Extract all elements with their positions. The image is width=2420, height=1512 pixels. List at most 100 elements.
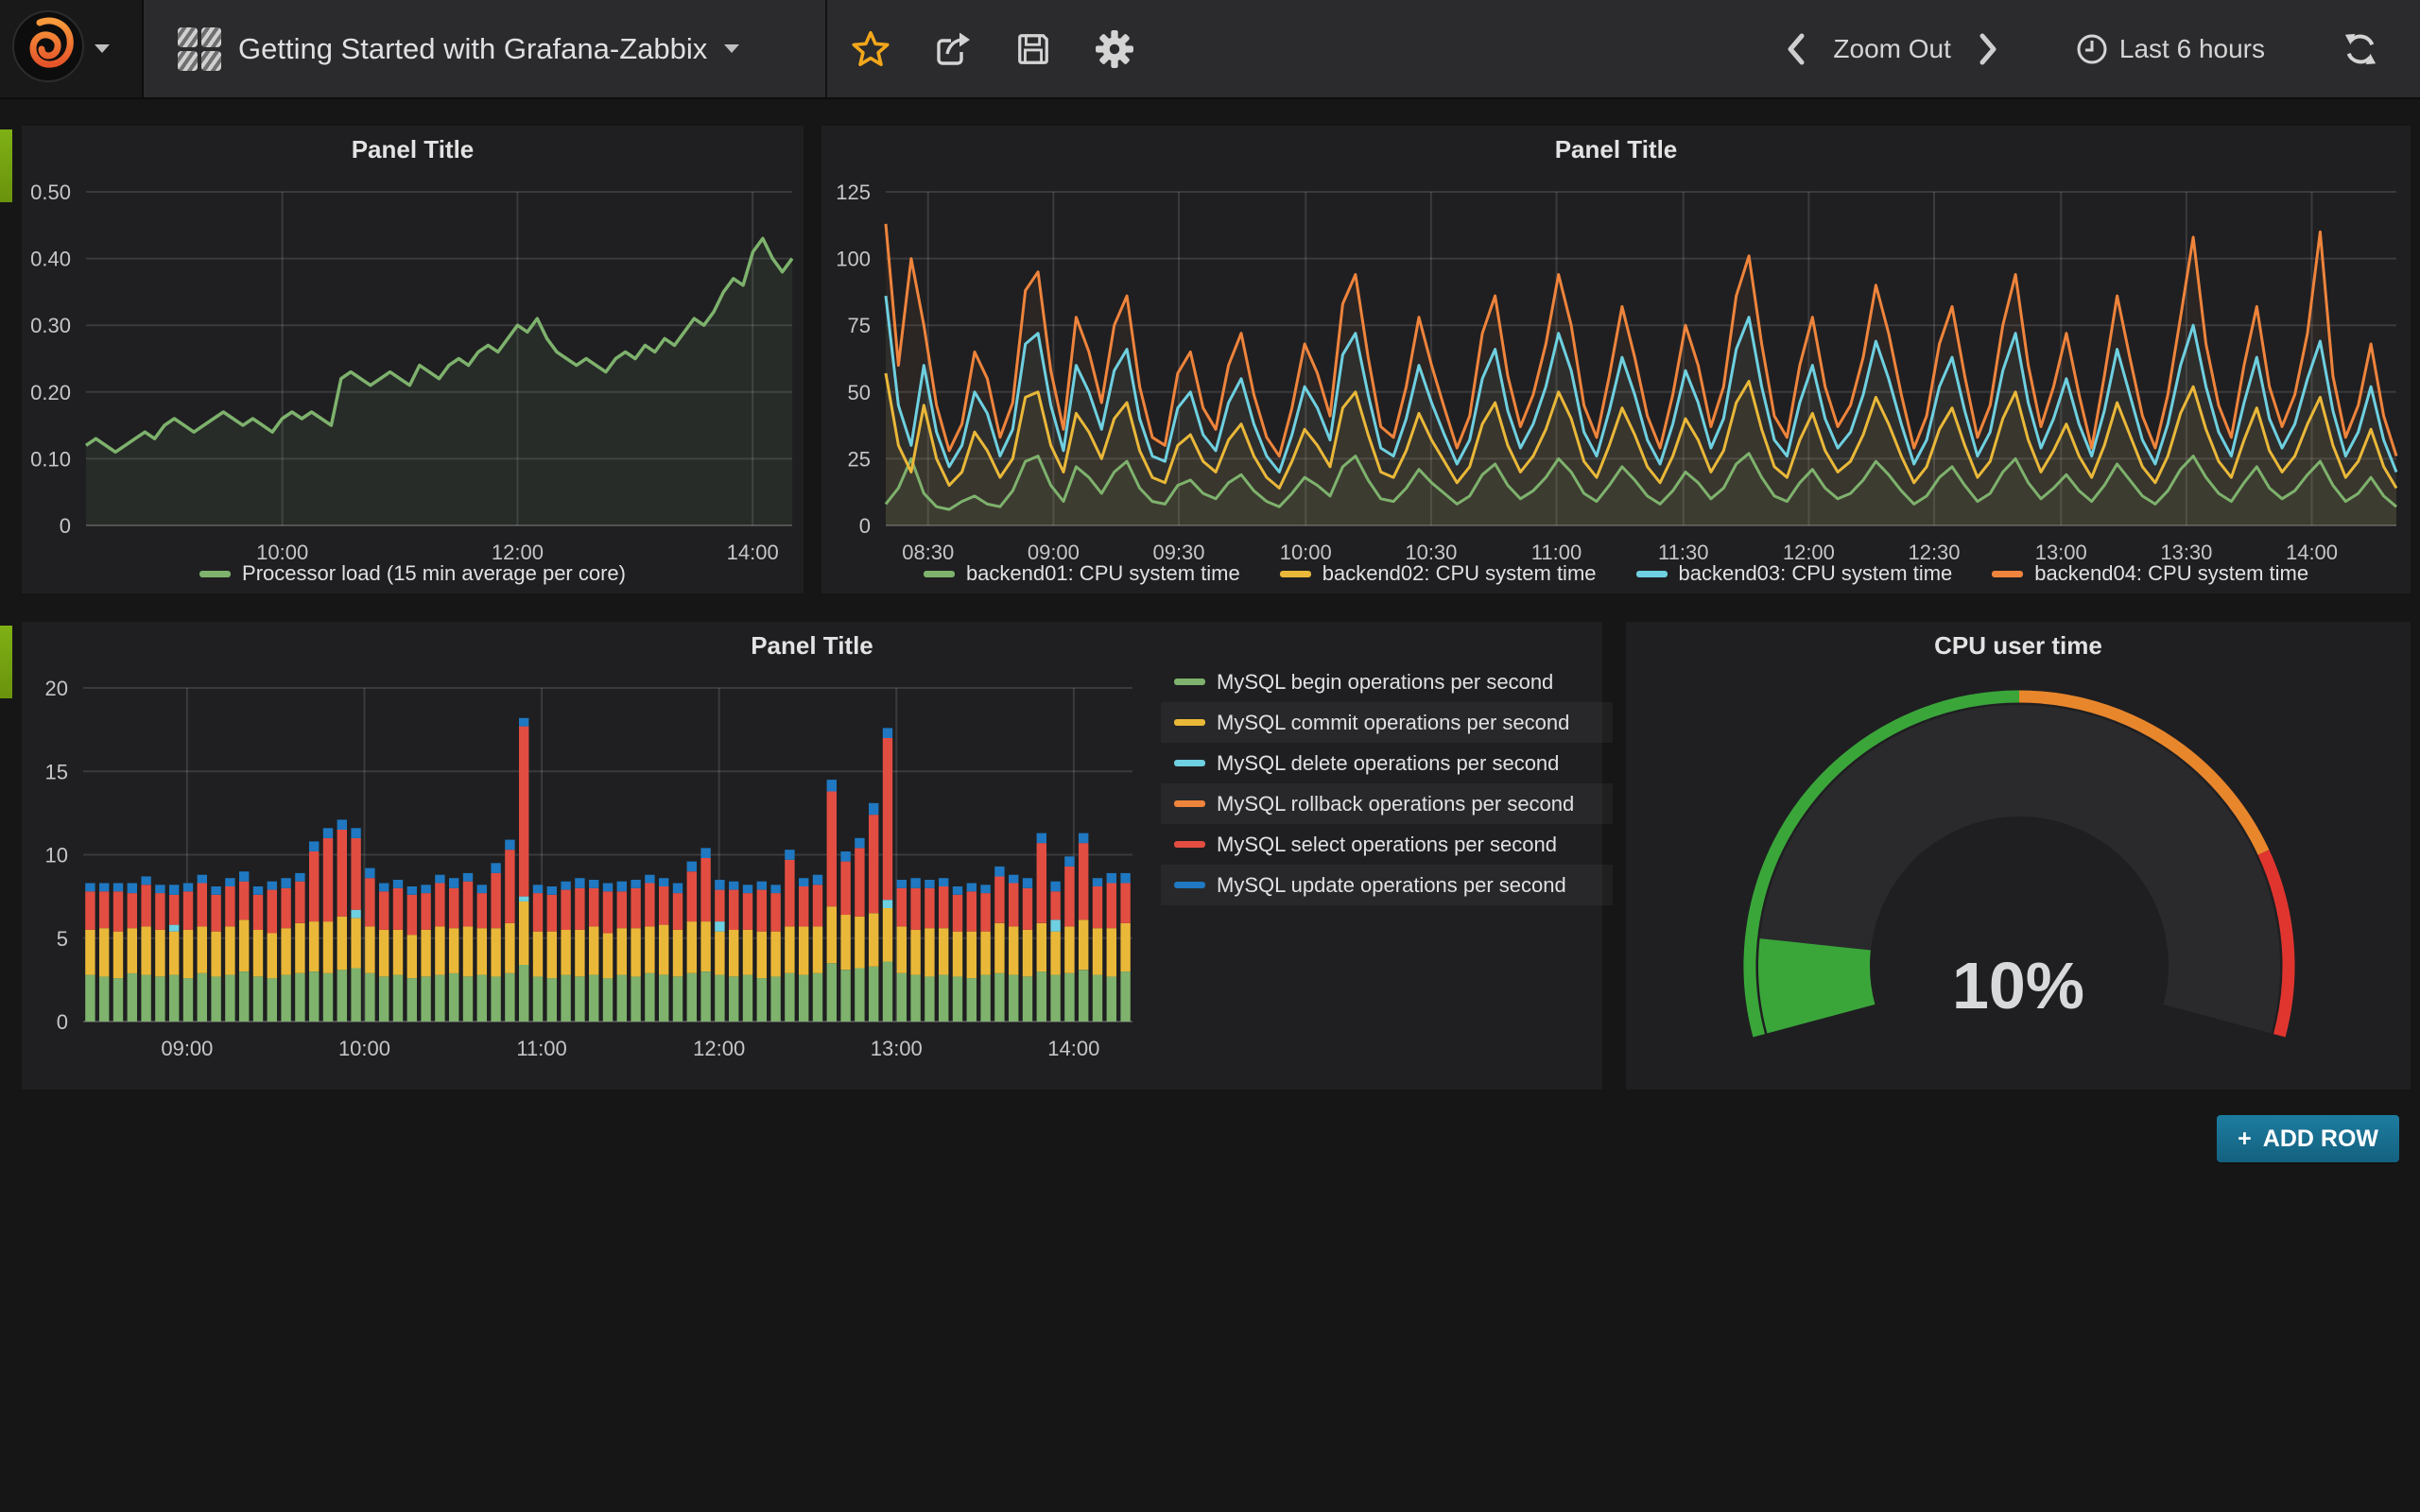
legend-color-dash [1174,882,1205,888]
star-dashboard-button[interactable] [851,29,890,69]
chart-legend: backend01: CPU system time backend02: CPU… [821,561,2411,586]
gear-icon [1095,29,1134,69]
grafana-main-menu-button[interactable] [0,0,144,97]
grafana-logo-icon [11,9,85,88]
y-axis-tick: 0.40 [30,248,71,271]
grid-cell [178,51,198,71]
legend-label: backend03: CPU system time [1679,561,1953,586]
y-axis-tick: 10 [45,844,68,868]
navbar-divider [825,0,827,97]
processor-load-chart: 0.500.400.300.200.10010:0012:0014:00 [22,126,804,593]
row-collapse-handle[interactable] [0,626,12,698]
y-axis-tick: 50 [848,381,871,404]
legend-color-dash [1992,571,2023,577]
legend-label: MySQL begin operations per second [1217,670,1553,695]
y-axis-tick: 0 [60,514,71,538]
chevron-right-icon [1978,32,1998,66]
legend-label: MySQL delete operations per second [1217,751,1559,776]
legend-color-dash [1174,679,1205,685]
legend-item[interactable]: MySQL rollback operations per second [1161,783,1613,824]
legend-item[interactable]: MySQL commit operations per second [1161,702,1613,743]
x-axis-tick: 09:00 [161,1037,213,1060]
panel-cpu-system-time: Panel Title 125100755025008:3009:0009:30… [821,126,2411,593]
y-axis-tick: 5 [57,927,68,951]
legend-item[interactable]: MySQL update operations per second [1161,865,1613,905]
plus-icon: + [2238,1125,2252,1153]
gauge-value: 10% [1626,948,2411,1023]
dashboard-title: Getting Started with Grafana-Zabbix [238,32,707,66]
cpu-system-time-chart: 125100755025008:3009:0009:3010:0010:3011… [821,126,2411,593]
share-dashboard-button[interactable] [934,30,972,68]
panel-processor-load: Panel Title 0.500.400.300.200.10010:0012… [22,126,804,593]
x-axis-tick: 12:00 [693,1037,745,1060]
panel-cpu-user-time-gauge: CPU user time 10% [1626,622,2411,1090]
y-axis-tick: 0.50 [30,180,71,204]
time-range-label: Last 6 hours [2119,34,2265,64]
time-shift-forward-button[interactable] [1978,32,1998,66]
legend-label: backend04: CPU system time [2034,561,2308,586]
row-collapse-handle[interactable] [0,129,12,202]
legend-color-dash [1636,571,1668,577]
legend-label: backend01: CPU system time [966,561,1240,586]
y-axis-tick: 0.10 [30,447,71,471]
add-row-label: ADD ROW [2263,1125,2378,1153]
y-axis-tick: 75 [848,314,871,337]
legend-item[interactable]: backend04: CPU system time [1992,561,2308,586]
refresh-dashboard-button[interactable] [2342,31,2378,67]
legend-item[interactable]: MySQL begin operations per second [1161,662,1613,702]
chevron-left-icon [1786,32,1806,66]
legend-item[interactable]: MySQL delete operations per second [1161,743,1613,783]
x-axis-tick: 11:00 [516,1037,566,1060]
legend-label: backend02: CPU system time [1322,561,1597,586]
star-icon [851,29,890,69]
y-axis-tick: 15 [45,760,68,783]
zoom-out-button[interactable]: Zoom Out [1833,34,1950,64]
legend-label: MySQL rollback operations per second [1217,792,1574,816]
panel-mysql-operations: Panel Title 2015105009:0010:0011:0012:00… [22,622,1602,1090]
legend-color-dash [199,571,231,577]
y-axis-tick: 25 [848,447,871,471]
refresh-icon [2342,31,2378,67]
dashboard-settings-button[interactable] [1095,29,1134,69]
top-navbar: Getting Started with Grafana-Zabbix [0,0,2420,99]
legend-label: Processor load (15 min average per core) [242,561,626,586]
legend-color-dash [924,571,955,577]
legend-item[interactable]: backend03: CPU system time [1636,561,1953,586]
legend-item[interactable]: MySQL select operations per second [1161,824,1613,865]
time-range-picker[interactable]: Last 6 hours [2076,33,2265,65]
x-axis-tick: 13:00 [871,1037,923,1060]
legend-color-dash [1280,571,1311,577]
save-dashboard-button[interactable] [1015,31,1051,67]
legend-color-dash [1174,841,1205,848]
y-axis-tick: 20 [45,677,68,700]
y-axis-tick: 100 [836,248,871,271]
chart-legend: Processor load (15 min average per core) [22,561,804,586]
legend-label: MySQL commit operations per second [1217,711,1569,735]
share-icon [934,30,972,68]
add-row-button[interactable]: + ADD ROW [2217,1115,2399,1162]
y-axis-tick: 0.20 [30,381,71,404]
grid-cell [201,27,221,47]
legend-item[interactable]: Processor load (15 min average per core) [199,561,626,586]
x-axis-tick: 14:00 [1047,1037,1099,1060]
clock-icon [2076,33,2108,65]
dashboard-grid-icon[interactable] [178,27,221,71]
y-axis-tick: 125 [836,180,871,204]
legend-label: MySQL update operations per second [1217,873,1566,898]
main-menu-caret-icon [95,44,110,53]
grid-cell [201,51,221,71]
save-icon [1015,31,1051,67]
chart-legend: MySQL begin operations per second MySQL c… [1161,662,1613,905]
legend-item[interactable]: backend02: CPU system time [1280,561,1597,586]
grid-cell [178,27,198,47]
legend-color-dash [1174,760,1205,766]
time-shift-back-button[interactable] [1786,32,1806,66]
legend-item[interactable]: backend01: CPU system time [924,561,1240,586]
legend-color-dash [1174,800,1205,807]
dashboard-title-dropdown[interactable]: Getting Started with Grafana-Zabbix [238,0,739,97]
x-axis-tick: 10:00 [338,1037,390,1060]
y-axis-tick: 0.30 [30,314,71,337]
legend-color-dash [1174,719,1205,726]
y-axis-tick: 0 [57,1010,68,1034]
legend-label: MySQL select operations per second [1217,833,1557,857]
